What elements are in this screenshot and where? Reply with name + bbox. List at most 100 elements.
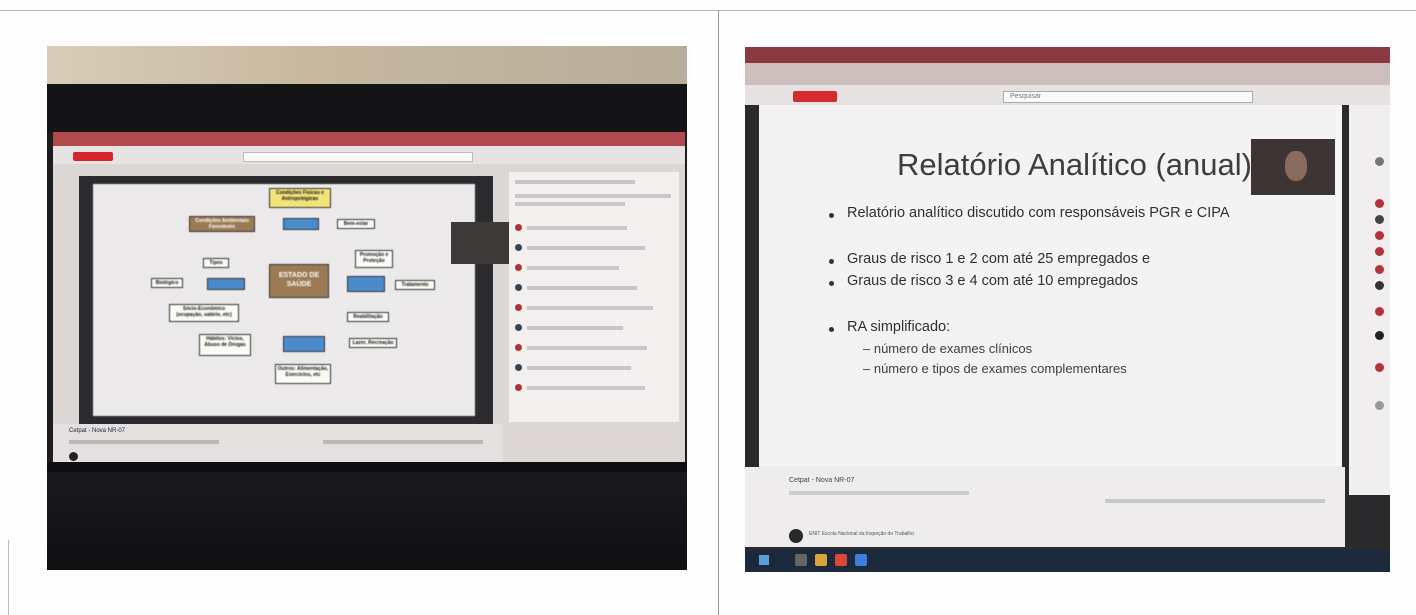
- taskbar: [47, 462, 687, 472]
- diagram-node: Bem-estar: [337, 219, 375, 229]
- diagram-node: Tipos: [203, 258, 229, 268]
- youtube-search-box: Pesquisar: [1003, 91, 1253, 103]
- chat-message: [527, 306, 653, 310]
- chat-message: [527, 266, 619, 270]
- app-icon: [855, 554, 867, 566]
- bullet-icon: [829, 213, 834, 218]
- bullet-icon: [829, 327, 834, 332]
- slide-item: Graus de risco 1 e 2 com até 25 empregad…: [847, 251, 1151, 267]
- diagram-node: Sócio-Econômico (ocupação, salário, etc): [169, 304, 239, 322]
- center-divider-line: [718, 10, 719, 615]
- diagram-node: Biológico: [151, 278, 183, 288]
- diagram-node: Hábitos: Vícios, Abuso de Drogas: [199, 334, 251, 356]
- diagram-node: Reabilitação: [347, 312, 389, 322]
- video-meta: [789, 491, 969, 495]
- chat-avatar: [1375, 331, 1384, 340]
- chat-avatar: [1375, 401, 1384, 410]
- diagram-node: Condições Ambientais Favoráveis: [189, 216, 255, 232]
- chat-message: [527, 386, 645, 390]
- slide-title: Relatório Analítico (anual): [897, 147, 1252, 182]
- presenter-webcam: [451, 222, 509, 264]
- windows-taskbar: [745, 549, 1390, 572]
- presentation-slide: Relatório Analítico (anual) Relatório an…: [759, 105, 1342, 468]
- diagram-node-blank: [283, 336, 325, 352]
- diagram-center-node: ESTADO DE SAÚDE: [269, 264, 329, 298]
- live-chat-sidebar: [1349, 105, 1390, 495]
- folder-icon: [815, 554, 827, 566]
- chat-avatar: [515, 324, 522, 331]
- chat-avatar: [515, 284, 522, 291]
- bullet-icon: [829, 259, 834, 264]
- youtube-search-box: [243, 152, 473, 162]
- chat-avatar: [515, 244, 522, 251]
- youtube-logo-icon: [73, 152, 113, 161]
- chat-message: [527, 286, 637, 290]
- diagram-node: Condições Físicas e Antropológicas: [269, 188, 331, 208]
- chat-avatar: [515, 304, 522, 311]
- channel-avatar: [789, 529, 803, 543]
- chrome-icon: [835, 554, 847, 566]
- slide-item: Graus de risco 3 e 4 com até 10 empregad…: [847, 273, 1138, 289]
- right-photo: Pesquisar Relatório Analítico (anual) Re…: [745, 47, 1390, 572]
- wall-background: [47, 46, 687, 84]
- chat-message: [527, 366, 631, 370]
- chat-avatar: [1375, 199, 1384, 208]
- chat-message: [527, 326, 623, 330]
- chat-avatar: [1375, 231, 1384, 240]
- slide-subitem: – número de exames clínicos: [863, 341, 1033, 356]
- bullet-icon: [829, 281, 834, 286]
- chat-avatar: [1375, 265, 1384, 274]
- diagram-slide: Condições Físicas e Antropológicas Condi…: [93, 184, 475, 416]
- chat-avatar: [1375, 157, 1384, 166]
- diagram-node-blank: [207, 278, 245, 290]
- video-actions: [1105, 499, 1325, 503]
- video-title: Cetpat - Nova NR-07: [789, 477, 855, 484]
- video-info-bar: Cetpat - Nova NR-07: [53, 424, 503, 462]
- chat-message: [527, 346, 647, 350]
- chat-message: [527, 226, 627, 230]
- slide-subitem: – número e tipos de exames complementare…: [863, 361, 1127, 376]
- slide-item: Relatório analítico discutido com respon…: [847, 205, 1230, 221]
- search-icon: [795, 554, 807, 566]
- chat-avatar: [1375, 281, 1384, 290]
- desk-foreground: [47, 472, 687, 570]
- chat-avatar: [1375, 307, 1384, 316]
- video-title: Cetpat - Nova NR-07: [69, 428, 126, 434]
- channel-name: ENIT Escola Nacional da Inspeção do Trab…: [809, 531, 914, 537]
- chat-avatar: [515, 344, 522, 351]
- chat-avatar: [1375, 247, 1384, 256]
- left-photo: Condições Físicas e Antropológicas Condi…: [47, 46, 687, 570]
- video-info-bar: Cetpat - Nova NR-07 ENIT Escola Nacional…: [745, 467, 1345, 547]
- diagram-node: Outros: Alimentação, Exercícios, etc: [275, 364, 331, 384]
- chat-avatar: [1375, 363, 1384, 372]
- chat-message: [515, 194, 671, 198]
- chat-avatar: [515, 264, 522, 271]
- browser-tabs: [53, 132, 685, 146]
- slide-item: RA simplificado:: [847, 319, 951, 335]
- search-placeholder: Pesquisar: [1010, 93, 1042, 100]
- presenter-webcam: [1251, 139, 1335, 195]
- top-border-line: [0, 10, 1416, 11]
- browser-address-bar: [53, 146, 685, 164]
- diagram-node-blank: [283, 218, 319, 230]
- chat-header: [515, 180, 635, 184]
- windows-start-icon: [759, 555, 769, 565]
- monitor-bezel: [47, 84, 687, 132]
- diagram-node: Tratamento: [395, 280, 435, 290]
- live-chat-panel: [509, 172, 679, 422]
- youtube-logo-icon: [793, 91, 837, 102]
- diagram-node: Promoção e Proteção: [355, 250, 393, 268]
- browser-address-bar: [745, 63, 1390, 85]
- chat-avatar: [515, 364, 522, 371]
- video-actions: [323, 440, 483, 444]
- presenter-face: [1285, 151, 1307, 181]
- channel-avatar: [69, 452, 78, 461]
- scanned-page: Condições Físicas e Antropológicas Condi…: [0, 0, 1416, 615]
- monitor-screen: Condições Físicas e Antropológicas Condi…: [53, 132, 685, 462]
- video-meta: [69, 440, 219, 444]
- left-margin-line: [8, 540, 9, 615]
- diagram-node-blank: [347, 276, 385, 292]
- browser-tabs: [745, 47, 1390, 63]
- video-player: Condições Físicas e Antropológicas Condi…: [79, 176, 509, 424]
- diagram-node: Lazer, Recreação: [349, 338, 397, 348]
